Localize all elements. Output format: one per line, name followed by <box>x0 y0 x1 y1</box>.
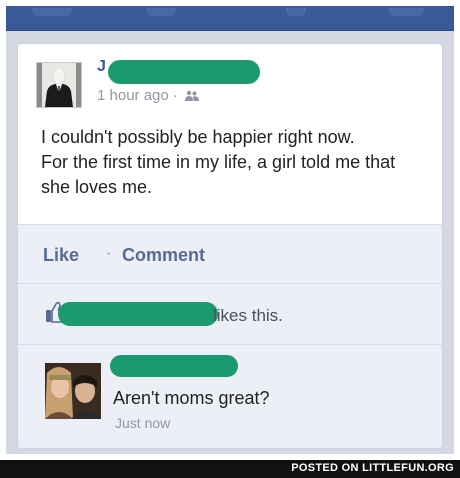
actions-separator: · <box>106 245 112 262</box>
top-bar-tab[interactable] <box>286 8 306 16</box>
comment-text: Aren't moms great? <box>113 388 270 408</box>
top-bar-tab[interactable] <box>388 8 424 16</box>
commenter-name-redaction-mark <box>110 355 238 377</box>
like-button[interactable]: Like <box>43 245 79 266</box>
commenter-avatar[interactable] <box>45 363 101 419</box>
comment-timestamp: Just now <box>115 415 171 431</box>
post-body: I couldn't possibly be happier right now… <box>41 125 436 200</box>
meta-separator: · <box>172 87 178 104</box>
watermark-bar: POSTED ON LITTLEFUN.ORG <box>0 460 460 478</box>
post-line: I couldn't possibly be happier right now… <box>41 127 355 147</box>
screenshot-frame: J 1 hour ago · I couldn't possibly be hap… <box>6 6 454 454</box>
post-timestamp[interactable]: 1 hour ago <box>97 87 169 104</box>
likes-row: likes this. <box>18 283 442 344</box>
top-bar-tab[interactable] <box>32 8 72 16</box>
likes-text: likes this. <box>213 306 283 325</box>
comment-button[interactable]: Comment <box>122 245 205 266</box>
name-redaction-mark <box>108 60 260 84</box>
post-line: For the first time in my life, a girl to… <box>41 152 396 172</box>
watermark-text: POSTED ON LITTLEFUN.ORG <box>291 462 454 474</box>
top-bar-tab[interactable] <box>146 8 176 16</box>
commenter-avatar-image <box>45 363 101 419</box>
post-meta: 1 hour ago · <box>97 87 200 104</box>
author-name[interactable]: J <box>97 58 106 76</box>
author-avatar[interactable] <box>36 62 82 108</box>
friends-icon <box>184 90 199 101</box>
comment-item: Aren't moms great? Just now <box>18 344 442 448</box>
post-actions: Like · Comment <box>18 224 442 283</box>
facebook-top-bar <box>6 6 454 31</box>
post-card: J 1 hour ago · I couldn't possibly be hap… <box>18 44 442 448</box>
liker-name-redaction-mark <box>58 302 218 326</box>
post-line: she loves me. <box>41 177 153 197</box>
slender-man-avatar-image <box>37 63 81 107</box>
